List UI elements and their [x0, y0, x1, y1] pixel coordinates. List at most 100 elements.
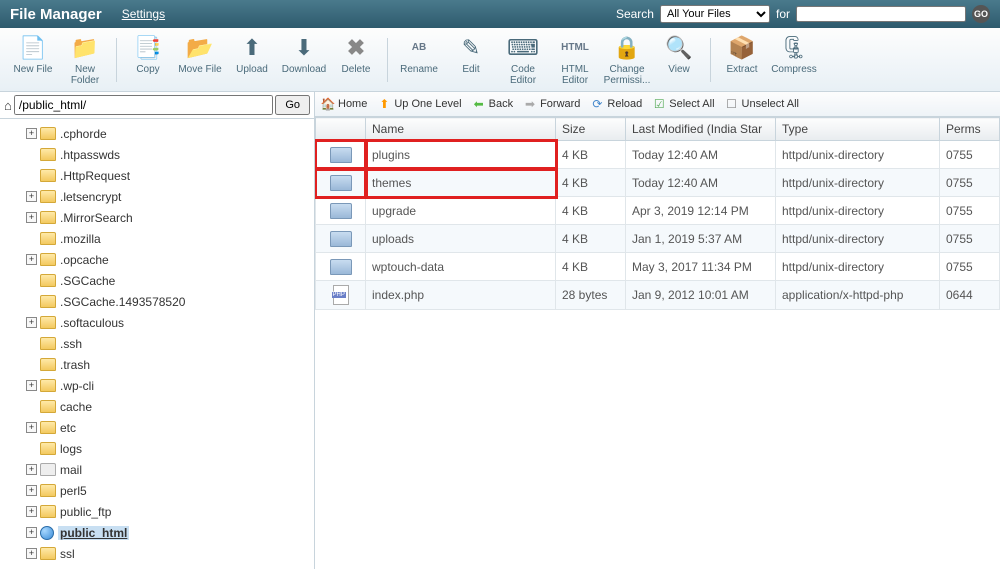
tree-item-logs[interactable]: logs: [0, 438, 314, 459]
cell-type: httpd/unix-directory: [776, 225, 940, 253]
nav-home[interactable]: 🏠Home: [321, 97, 367, 111]
forward-icon: ➡: [523, 97, 537, 111]
tree-item-public_html[interactable]: + public_html: [0, 522, 314, 543]
cell-perms: 0755: [940, 169, 1000, 197]
tree-label: ssl: [60, 547, 75, 561]
cell-type: httpd/unix-directory: [776, 197, 940, 225]
expander-icon[interactable]: +: [26, 128, 37, 139]
tree-item-ssl[interactable]: + ssl: [0, 543, 314, 564]
search-scope-select[interactable]: All Your Files: [660, 5, 770, 23]
tree-item-trash[interactable]: .trash: [0, 354, 314, 375]
table-row[interactable]: index.php28 bytesJan 9, 2012 10:01 AMapp…: [316, 281, 1000, 310]
cell-type: httpd/unix-directory: [776, 141, 940, 169]
expander-icon[interactable]: +: [26, 464, 37, 475]
col-perms[interactable]: Perms: [940, 118, 1000, 141]
php-icon: [333, 285, 349, 305]
col-lastmodifiedindiastar[interactable]: Last Modified (India Star: [626, 118, 776, 141]
expander-icon[interactable]: +: [26, 191, 37, 202]
settings-link[interactable]: Settings: [122, 7, 165, 21]
expander-icon: [26, 338, 37, 349]
folder-icon: [40, 421, 56, 434]
tree-item-mozilla[interactable]: .mozilla: [0, 228, 314, 249]
nav-select-all[interactable]: ☑Select All: [652, 97, 714, 111]
go-button[interactable]: GO: [972, 5, 990, 23]
folder-icon: [330, 203, 352, 219]
tree-item-softaculous[interactable]: +.softaculous: [0, 312, 314, 333]
tree-item-etc[interactable]: +etc: [0, 417, 314, 438]
col-type[interactable]: Type: [776, 118, 940, 141]
expander-icon[interactable]: +: [26, 212, 37, 223]
delete-button[interactable]: ✖Delete: [331, 31, 381, 89]
table-row[interactable]: upgrade4 KBApr 3, 2019 12:14 PMhttpd/uni…: [316, 197, 1000, 225]
expander-icon[interactable]: +: [26, 317, 37, 328]
cell-mod: Jan 9, 2012 10:01 AM: [626, 281, 776, 310]
table-row[interactable]: themes4 KBToday 12:40 AMhttpd/unix-direc…: [316, 169, 1000, 197]
copy-label: Copy: [136, 64, 159, 75]
rename-button[interactable]: ABRename: [394, 31, 444, 89]
expander-icon[interactable]: +: [26, 506, 37, 517]
tree-item-public_ftp[interactable]: +public_ftp: [0, 501, 314, 522]
expander-icon[interactable]: +: [26, 380, 37, 391]
new-folder-button[interactable]: 📁New Folder: [60, 31, 110, 89]
nav-reload[interactable]: ⟳Reload: [590, 97, 642, 111]
home-icon[interactable]: ⌂: [4, 98, 12, 113]
tree-item-letsencrypt[interactable]: +.letsencrypt: [0, 186, 314, 207]
download-button[interactable]: ⬇Download: [279, 31, 329, 89]
tree-label: .wp-cli: [60, 379, 94, 393]
expander-icon[interactable]: +: [26, 485, 37, 496]
search-input[interactable]: [796, 6, 966, 22]
new-file-button[interactable]: 📄New File: [8, 31, 58, 89]
tree-label: .HttpRequest: [60, 169, 130, 183]
expander-icon[interactable]: +: [26, 254, 37, 265]
tree-item-wp-cli[interactable]: + .wp-cli: [0, 375, 314, 396]
change-perms-button[interactable]: 🔒Change Permissi...: [602, 31, 652, 89]
rename-icon: AB: [405, 34, 433, 62]
tree-item-mail[interactable]: +mail: [0, 459, 314, 480]
edit-button[interactable]: ✎Edit: [446, 31, 496, 89]
col-name[interactable]: Name: [366, 118, 556, 141]
tree-item-htpasswds[interactable]: .htpasswds: [0, 144, 314, 165]
file-table-wrap: NameSizeLast Modified (India StarTypePer…: [315, 117, 1000, 569]
col-icon[interactable]: [316, 118, 366, 141]
table-row[interactable]: wptouch-data4 KBMay 3, 2017 11:34 PMhttp…: [316, 253, 1000, 281]
code-editor-button[interactable]: ⌨Code Editor: [498, 31, 548, 89]
tree-item-SGCache1493578520[interactable]: .SGCache.1493578520: [0, 291, 314, 312]
upload-button[interactable]: ⬆Upload: [227, 31, 277, 89]
copy-button[interactable]: 📑Copy: [123, 31, 173, 89]
tree-item-SGCache[interactable]: .SGCache: [0, 270, 314, 291]
cell-mod: Jan 1, 2019 5:37 AM: [626, 225, 776, 253]
tree-item-MirrorSearch[interactable]: +.MirrorSearch: [0, 207, 314, 228]
nav-back[interactable]: ⬅Back: [472, 97, 513, 111]
tree-label: public_html: [58, 526, 129, 540]
tree-label: perl5: [60, 484, 87, 498]
tree-item-perl5[interactable]: + perl5: [0, 480, 314, 501]
table-row[interactable]: uploads4 KBJan 1, 2019 5:37 AMhttpd/unix…: [316, 225, 1000, 253]
cell-perms: 0644: [940, 281, 1000, 310]
nav-label: Home: [338, 98, 367, 110]
tree-item-ssh[interactable]: .ssh: [0, 333, 314, 354]
html-editor-button[interactable]: HTMLHTML Editor: [550, 31, 600, 89]
col-size[interactable]: Size: [556, 118, 626, 141]
table-row[interactable]: plugins4 KBToday 12:40 AMhttpd/unix-dire…: [316, 141, 1000, 169]
compress-button[interactable]: 🗜Compress: [769, 31, 819, 89]
tree-item-cphorde[interactable]: +.cphorde: [0, 123, 314, 144]
expander-icon[interactable]: +: [26, 548, 37, 559]
tree-item-HttpRequest[interactable]: .HttpRequest: [0, 165, 314, 186]
nav-up[interactable]: ⬆Up One Level: [377, 97, 461, 111]
tree-item-opcache[interactable]: +.opcache: [0, 249, 314, 270]
expander-icon[interactable]: +: [26, 527, 37, 538]
nav-forward[interactable]: ➡Forward: [523, 97, 580, 111]
tree-item-cache[interactable]: cache: [0, 396, 314, 417]
path-go-button[interactable]: Go: [275, 95, 310, 115]
extract-button[interactable]: 📦Extract: [717, 31, 767, 89]
change-perms-label: Change Permissi...: [604, 64, 651, 86]
folder-icon: [40, 505, 56, 518]
expander-icon[interactable]: +: [26, 422, 37, 433]
new-folder-label: New Folder: [62, 64, 108, 86]
select-all-icon: ☑: [652, 97, 666, 111]
path-input[interactable]: [14, 95, 273, 115]
nav-unselect-all[interactable]: ☐Unselect All: [725, 97, 799, 111]
folder-icon: [330, 175, 352, 191]
view-button[interactable]: 🔍View: [654, 31, 704, 89]
move-file-button[interactable]: 📂Move File: [175, 31, 225, 89]
